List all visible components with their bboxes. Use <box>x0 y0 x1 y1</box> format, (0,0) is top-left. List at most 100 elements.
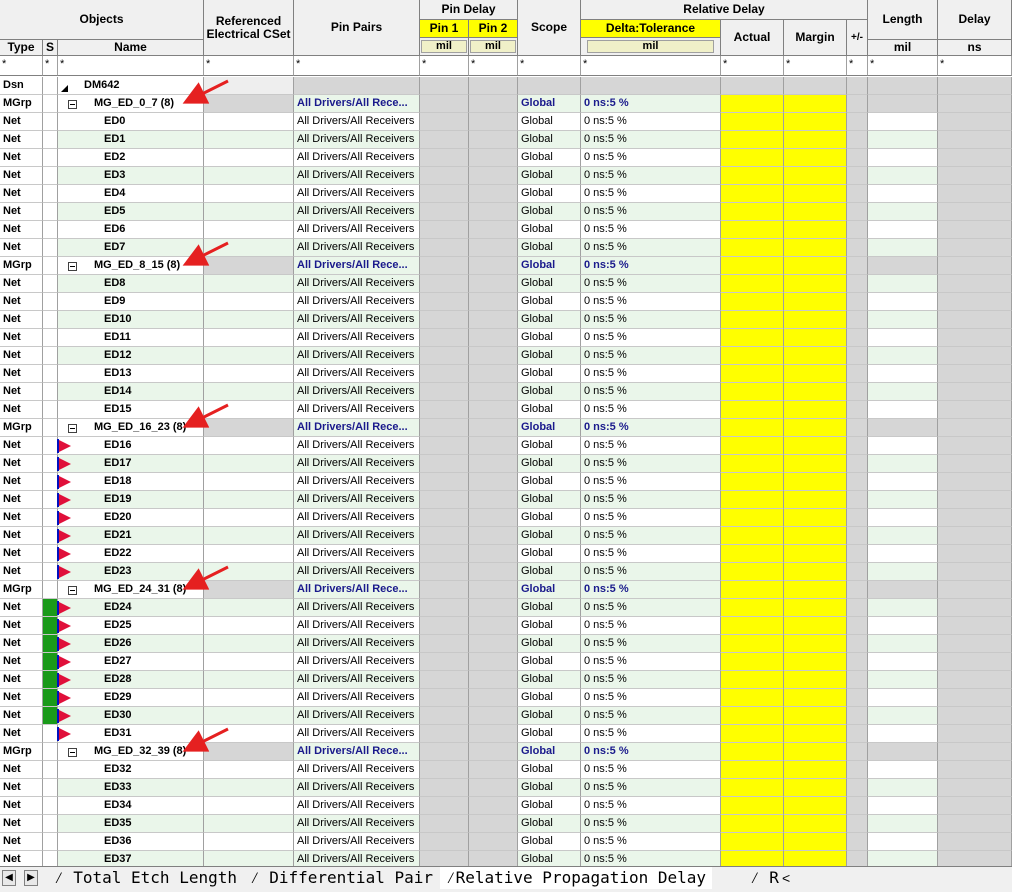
scope-cell[interactable]: Global <box>518 509 581 527</box>
scope-cell[interactable]: Global <box>518 257 581 275</box>
cset-cell[interactable] <box>204 653 294 671</box>
cset-cell[interactable] <box>204 293 294 311</box>
cset-cell[interactable] <box>204 275 294 293</box>
delta-tolerance-cell[interactable]: 0 ns:5 % <box>581 833 721 851</box>
tree-collapse-icon[interactable] <box>61 85 68 92</box>
pin-pairs-cell[interactable]: All Drivers/All Receivers <box>294 401 420 419</box>
delta-tolerance-cell[interactable]: 0 ns:5 % <box>581 401 721 419</box>
header-margin[interactable]: Margin <box>784 20 847 56</box>
scope-cell[interactable]: Global <box>518 635 581 653</box>
pin-pairs-cell[interactable]: All Drivers/All Receivers <box>294 239 420 257</box>
header-name[interactable]: Name <box>58 40 204 56</box>
scope-cell[interactable]: Global <box>518 491 581 509</box>
filter-cell-s[interactable]: * <box>43 56 58 76</box>
net-name[interactable]: ED1 <box>58 131 204 149</box>
cset-cell[interactable] <box>204 473 294 491</box>
pin-pairs-cell[interactable]: All Drivers/All Receivers <box>294 797 420 815</box>
scope-cell[interactable]: Global <box>518 527 581 545</box>
delta-tolerance-cell[interactable]: 0 ns:5 % <box>581 293 721 311</box>
scope-cell[interactable]: Global <box>518 185 581 203</box>
tab-total-etch-length[interactable]: ⁄ Total Etch Length <box>48 867 243 889</box>
scope-cell[interactable]: Global <box>518 149 581 167</box>
pin-pairs-cell[interactable]: All Drivers/All Receivers <box>294 473 420 491</box>
net-name[interactable]: ED15 <box>58 401 204 419</box>
header-plusminus[interactable]: +/- <box>847 20 868 56</box>
cset-cell[interactable] <box>204 185 294 203</box>
net-name[interactable]: ED12 <box>58 347 204 365</box>
delta-tolerance-cell[interactable]: 0 ns:5 % <box>581 419 721 437</box>
delta-tolerance-cell[interactable]: 0 ns:5 % <box>581 347 721 365</box>
header-delay[interactable]: Delay <box>938 0 1012 40</box>
delta-tolerance-cell[interactable]: 0 ns:5 % <box>581 635 721 653</box>
pin-pairs-cell[interactable]: All Drivers/All Receivers <box>294 707 420 725</box>
scope-cell[interactable]: Global <box>518 707 581 725</box>
violation-flag-icon[interactable] <box>59 638 71 650</box>
scope-cell[interactable]: Global <box>518 833 581 851</box>
match-group-name[interactable]: MG_ED_24_31 (8) <box>58 581 204 599</box>
scope-cell[interactable]: Global <box>518 275 581 293</box>
delta-tolerance-cell[interactable]: 0 ns:5 % <box>581 527 721 545</box>
header-pin-pairs[interactable]: Pin Pairs <box>294 0 420 56</box>
header-pin2[interactable]: Pin 2 <box>469 20 518 38</box>
delta-tolerance-cell[interactable]: 0 ns:5 % <box>581 437 721 455</box>
pin-pairs-cell[interactable]: All Drivers/All Rece... <box>294 257 420 275</box>
delta-tolerance-cell[interactable]: 0 ns:5 % <box>581 653 721 671</box>
filter-cell-pin1[interactable]: * <box>420 56 469 76</box>
scope-cell[interactable]: Global <box>518 653 581 671</box>
cset-cell[interactable] <box>204 545 294 563</box>
violation-flag-icon[interactable] <box>59 728 71 740</box>
scope-cell[interactable]: Global <box>518 851 581 866</box>
pin-pairs-cell[interactable]: All Drivers/All Receivers <box>294 437 420 455</box>
scope-cell[interactable]: Global <box>518 365 581 383</box>
delta-tolerance-cell[interactable]: 0 ns:5 % <box>581 761 721 779</box>
net-name[interactable]: ED33 <box>58 779 204 797</box>
delta-tolerance-cell[interactable]: 0 ns:5 % <box>581 563 721 581</box>
cset-cell[interactable] <box>204 221 294 239</box>
violation-flag-icon[interactable] <box>59 656 71 668</box>
cset-cell[interactable] <box>204 311 294 329</box>
net-name[interactable]: ED13 <box>58 365 204 383</box>
tree-expander-icon[interactable] <box>68 748 77 757</box>
net-name[interactable]: ED8 <box>58 275 204 293</box>
tab-prev-button[interactable]: ◀ <box>2 870 16 886</box>
delta-tolerance-cell[interactable]: 0 ns:5 % <box>581 797 721 815</box>
tab-next-button[interactable]: ▶ <box>24 870 38 886</box>
net-name[interactable]: ED29 <box>58 689 204 707</box>
violation-flag-icon[interactable] <box>59 476 71 488</box>
net-name[interactable]: ED30 <box>58 707 204 725</box>
pin-pairs-cell[interactable]: All Drivers/All Receivers <box>294 509 420 527</box>
tab-scroll-left-icon[interactable]: < <box>776 867 796 889</box>
match-group-name[interactable]: MG_ED_16_23 (8) <box>58 419 204 437</box>
filter-cell-actual[interactable]: * <box>721 56 784 76</box>
tree-expander-icon[interactable] <box>68 262 77 271</box>
design-name-cell[interactable]: DM642 <box>58 77 204 95</box>
net-name[interactable]: ED9 <box>58 293 204 311</box>
pin-pairs-cell[interactable]: All Drivers/All Receivers <box>294 221 420 239</box>
cset-cell[interactable] <box>204 851 294 866</box>
pin-pairs-cell[interactable]: All Drivers/All Receivers <box>294 347 420 365</box>
cset-cell[interactable] <box>204 581 294 599</box>
pin-pairs-cell[interactable]: All Drivers/All Receivers <box>294 617 420 635</box>
scope-cell[interactable]: Global <box>518 473 581 491</box>
violation-flag-icon[interactable] <box>59 440 71 452</box>
delta-tolerance-cell[interactable]: 0 ns:5 % <box>581 689 721 707</box>
delta-tolerance-cell[interactable]: 0 ns:5 % <box>581 671 721 689</box>
cset-cell[interactable] <box>204 167 294 185</box>
header-scope[interactable]: Scope <box>518 0 581 56</box>
pin-pairs-cell[interactable]: All Drivers/All Receivers <box>294 599 420 617</box>
cset-cell[interactable] <box>204 635 294 653</box>
delta-tolerance-cell[interactable]: 0 ns:5 % <box>581 581 721 599</box>
scope-cell[interactable]: Global <box>518 167 581 185</box>
delta-tolerance-cell[interactable]: 0 ns:5 % <box>581 383 721 401</box>
violation-flag-icon[interactable] <box>59 692 71 704</box>
net-name[interactable]: ED18 <box>58 473 204 491</box>
header-s[interactable]: S <box>43 40 58 56</box>
cset-cell[interactable] <box>204 365 294 383</box>
scope-cell[interactable]: Global <box>518 95 581 113</box>
net-name[interactable]: ED17 <box>58 455 204 473</box>
match-group-name[interactable]: MG_ED_32_39 (8) <box>58 743 204 761</box>
cset-cell[interactable] <box>204 113 294 131</box>
cset-cell[interactable] <box>204 563 294 581</box>
cset-cell[interactable] <box>204 347 294 365</box>
scope-cell[interactable]: Global <box>518 779 581 797</box>
